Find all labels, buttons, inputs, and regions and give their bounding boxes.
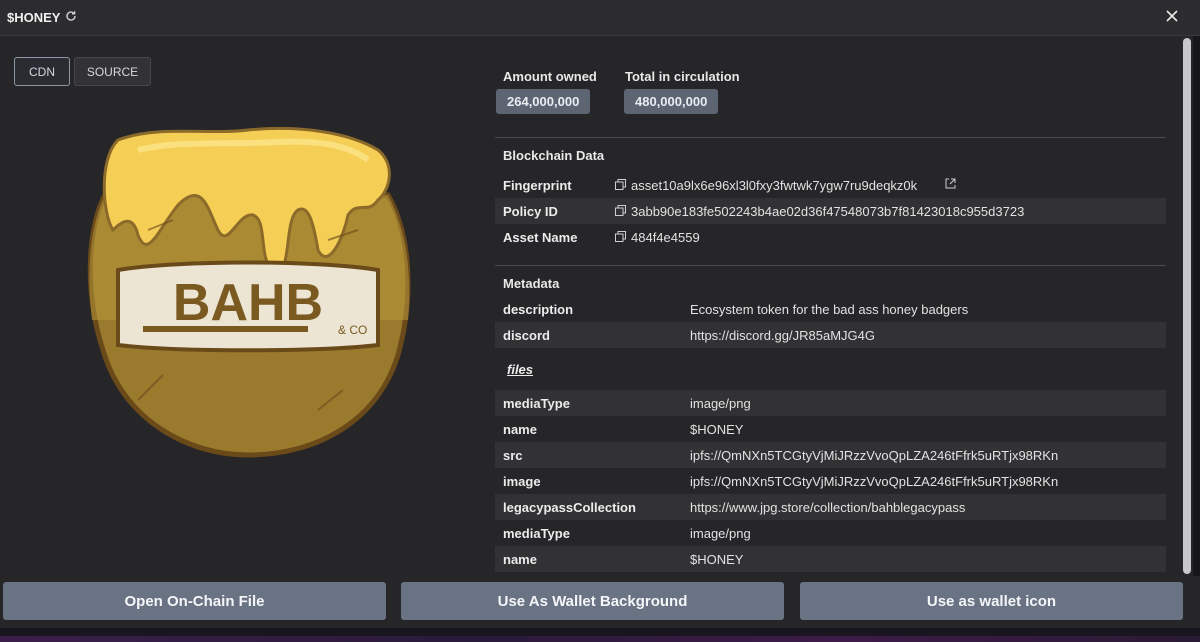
file-value: https://www.jpg.store/collection/bahbleg… — [690, 500, 966, 515]
file-key: mediaType — [503, 526, 570, 541]
amount-owned-value: 264,000,000 — [496, 89, 591, 114]
logo-subtext: & CO — [338, 323, 367, 337]
file-row: legacypassCollection https://www.jpg.sto… — [495, 494, 1166, 520]
file-value: ipfs://QmNXn5TCGtyVjMiJRzzVvoQpLZA246tFf… — [690, 474, 1059, 489]
close-icon[interactable] — [1165, 9, 1179, 23]
asset-name-value: 484f4e4559 — [631, 230, 700, 245]
policy-row: Policy ID 3abb90e183fe502243b4ae02d36f47… — [495, 198, 1166, 224]
copy-icon[interactable] — [615, 231, 626, 242]
metadata-row: discord https://discord.gg/JR85aMJG4G — [495, 322, 1166, 348]
total-circulation-label: Total in circulation — [625, 69, 740, 84]
fingerprint-label: Fingerprint — [503, 178, 572, 193]
files-label: files — [507, 362, 534, 377]
modal-title: $HONEY — [7, 10, 61, 25]
metadata-heading: Metadata — [503, 276, 560, 291]
policy-value: 3abb90e183fe502243b4ae02d36f47548073b7f8… — [631, 204, 1025, 219]
blockchain-heading: Blockchain Data — [503, 148, 605, 163]
logo-text: BAHB — [173, 274, 323, 332]
file-row: image ipfs://QmNXn5TCGtyVjMiJRzzVvoQpLZA… — [495, 468, 1166, 494]
file-key: image — [503, 474, 541, 489]
modal-titlebar: $HONEY — [0, 0, 1200, 36]
metadata-value: Ecosystem token for the bad ass honey ba… — [690, 302, 969, 317]
file-row: mediaType image/png — [495, 520, 1166, 546]
external-link-icon[interactable] — [945, 178, 956, 189]
use-as-wallet-icon-button[interactable]: Use as wallet icon — [800, 582, 1183, 620]
fingerprint-value[interactable]: asset10a9lx6e96xl3l0fxy3fwtwk7ygw7ru9deq… — [631, 178, 917, 193]
divider — [495, 265, 1166, 266]
divider — [495, 137, 1166, 138]
file-row: mediaType image/png — [495, 390, 1166, 416]
policy-label: Policy ID — [503, 204, 558, 219]
amount-owned-label: Amount owned — [503, 69, 597, 84]
file-value: image/png — [690, 526, 751, 541]
metadata-row: description Ecosystem token for the bad … — [495, 296, 1166, 322]
file-value: $HONEY — [690, 422, 744, 437]
metadata-key: description — [503, 302, 574, 317]
asset-name-label: Asset Name — [503, 230, 578, 245]
metadata-key: discord — [503, 328, 550, 343]
cdn-toggle-button[interactable]: CDN — [14, 57, 70, 86]
background-app — [1193, 36, 1200, 576]
file-key: mediaType — [503, 396, 570, 411]
background-app — [0, 636, 1200, 642]
open-on-chain-file-button[interactable]: Open On-Chain File — [3, 582, 386, 620]
file-key: name — [503, 552, 537, 567]
total-circulation-value: 480,000,000 — [624, 89, 719, 114]
metadata-value: https://discord.gg/JR85aMJG4G — [690, 328, 875, 343]
file-value: image/png — [690, 396, 751, 411]
source-toggle-button[interactable]: SOURCE — [74, 57, 151, 86]
file-key: src — [503, 448, 523, 463]
scrollbar[interactable] — [1183, 38, 1191, 574]
token-image: BAHB & CO — [87, 126, 411, 458]
file-key: legacypassCollection — [503, 500, 636, 515]
use-as-wallet-background-button[interactable]: Use As Wallet Background — [401, 582, 784, 620]
file-key: name — [503, 422, 537, 437]
file-value: $HONEY — [690, 552, 744, 567]
file-row: name $HONEY — [495, 416, 1166, 442]
copy-icon[interactable] — [615, 179, 626, 190]
refresh-icon[interactable] — [65, 10, 77, 22]
file-row: src ipfs://QmNXn5TCGtyVjMiJRzzVvoQpLZA24… — [495, 442, 1166, 468]
asset-name-row: Asset Name 484f4e4559 — [495, 224, 1166, 250]
asset-modal: $HONEY CDN SOURCE BAHB & CO Amount owned… — [0, 0, 1200, 628]
copy-icon[interactable] — [615, 205, 626, 216]
file-value: ipfs://QmNXn5TCGtyVjMiJRzzVvoQpLZA246tFf… — [690, 448, 1059, 463]
file-row: name $HONEY — [495, 546, 1166, 572]
fingerprint-row: Fingerprint asset10a9lx6e96xl3l0fxy3fwtw… — [495, 172, 1166, 198]
